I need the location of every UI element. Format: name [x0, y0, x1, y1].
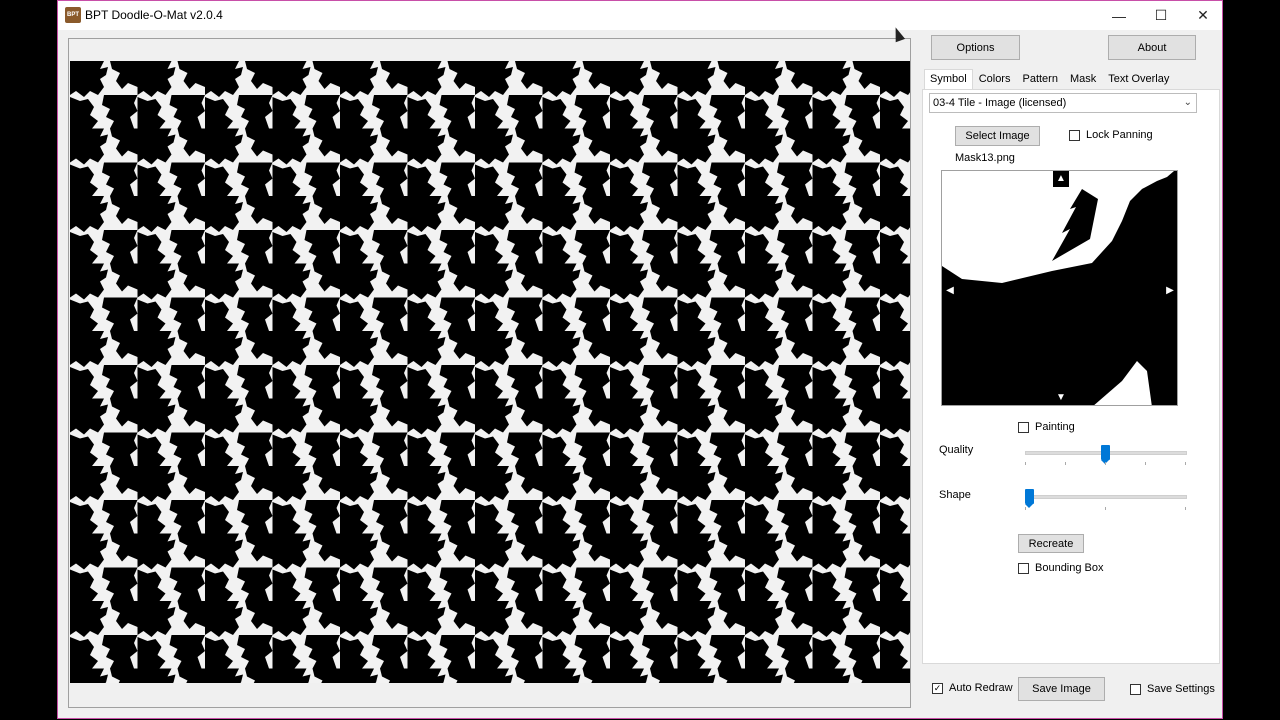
close-button[interactable]: ✕ — [1182, 1, 1224, 30]
save-settings-label: Save Settings — [1147, 683, 1215, 695]
painting-box[interactable] — [1018, 421, 1029, 433]
image-preview[interactable]: ▲ ▼ ◀ ▶ — [941, 170, 1178, 406]
quality-tick — [1105, 462, 1106, 465]
shape-slider-thumb[interactable] — [1025, 489, 1034, 508]
painting-checkbox[interactable]: Painting — [1018, 421, 1075, 433]
tab-colors[interactable]: Colors — [973, 69, 1017, 90]
tab-pattern[interactable]: Pattern — [1016, 69, 1063, 90]
shape-label: Shape — [939, 489, 971, 501]
painting-label: Painting — [1035, 421, 1075, 433]
quality-tick — [1065, 462, 1066, 465]
image-filename: Mask13.png — [955, 152, 1015, 164]
pattern-graphic — [70, 61, 910, 683]
bounding-box-checkbox[interactable]: Bounding Box — [1018, 562, 1104, 574]
title-bar[interactable]: BPT BPT Doodle-O-Mat v2.0.4 — ☐ ✕ — [58, 1, 1222, 30]
pan-right-icon[interactable]: ▶ — [1162, 283, 1177, 299]
shape-tick — [1025, 507, 1026, 510]
options-button[interactable]: Options — [931, 35, 1020, 60]
shape-tick — [1185, 507, 1186, 510]
bounding-box-box[interactable] — [1018, 562, 1029, 574]
quality-label: Quality — [939, 444, 974, 456]
lock-panning-label: Lock Panning — [1086, 129, 1153, 141]
app-icon: BPT — [65, 7, 81, 23]
about-button[interactable]: About — [1108, 35, 1196, 60]
tab-text-overlay[interactable]: Text Overlay — [1102, 69, 1175, 90]
recreate-button[interactable]: Recreate — [1018, 534, 1084, 553]
canvas-frame — [68, 38, 911, 708]
auto-redraw-box[interactable]: ✓ — [932, 682, 943, 694]
auto-redraw-checkbox[interactable]: ✓ Auto Redraw — [932, 682, 1013, 694]
shape-slider-track[interactable] — [1025, 495, 1187, 499]
save-settings-checkbox[interactable]: Save Settings — [1130, 683, 1215, 695]
maximize-button[interactable]: ☐ — [1140, 1, 1182, 30]
app-window: BPT BPT Doodle-O-Mat v2.0.4 — ☐ ✕ Option… — [57, 0, 1223, 719]
pan-left-icon[interactable]: ◀ — [942, 283, 958, 299]
tile-type-dropdown[interactable]: 03-4 Tile - Image (licensed) ⌄ — [929, 93, 1197, 113]
window-title: BPT Doodle-O-Mat v2.0.4 — [85, 8, 223, 22]
quality-slider-thumb[interactable] — [1101, 445, 1110, 464]
bounding-box-label: Bounding Box — [1035, 562, 1104, 574]
lock-panning-checkbox[interactable]: Lock Panning — [1069, 129, 1153, 141]
quality-tick — [1025, 462, 1026, 465]
shape-tick — [1105, 507, 1106, 510]
auto-redraw-label: Auto Redraw — [949, 682, 1013, 694]
save-settings-box[interactable] — [1130, 683, 1141, 695]
tab-mask[interactable]: Mask — [1064, 69, 1102, 90]
horse-silhouette-image — [942, 171, 1177, 405]
tab-strip: Symbol Colors Pattern Mask Text Overlay — [924, 69, 1175, 89]
pan-down-icon[interactable]: ▼ — [1053, 390, 1069, 405]
select-image-button[interactable]: Select Image — [955, 126, 1040, 146]
pan-up-icon[interactable]: ▲ — [1053, 171, 1069, 187]
quality-tick — [1185, 462, 1186, 465]
quality-tick — [1145, 462, 1146, 465]
dropdown-value: 03-4 Tile - Image (licensed) — [933, 97, 1067, 109]
chevron-down-icon: ⌄ — [1183, 97, 1192, 108]
pattern-canvas[interactable] — [70, 61, 910, 683]
tab-symbol[interactable]: Symbol — [924, 69, 973, 89]
save-image-button[interactable]: Save Image — [1018, 677, 1105, 701]
lock-panning-box[interactable] — [1069, 129, 1080, 141]
minimize-button[interactable]: — — [1098, 1, 1140, 30]
